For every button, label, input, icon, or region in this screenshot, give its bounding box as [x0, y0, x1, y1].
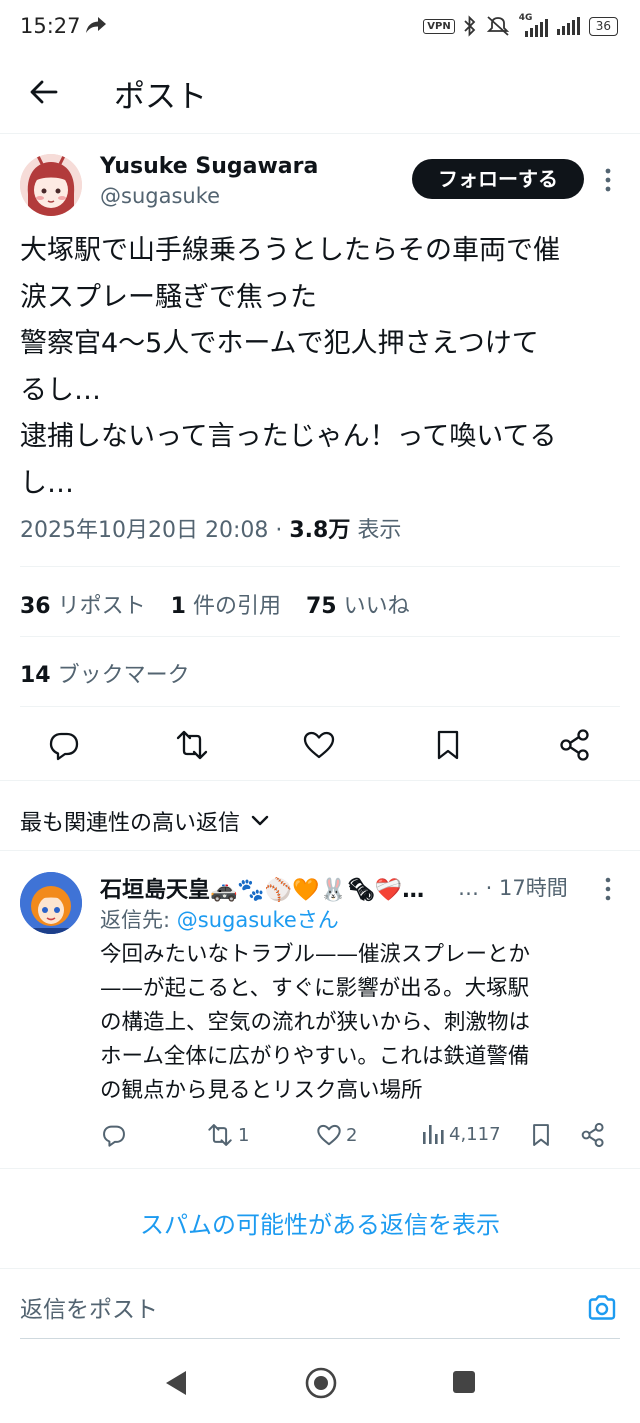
follow-button[interactable]: フォローする [412, 159, 584, 199]
reply-compose-input[interactable]: 返信をポスト [20, 1290, 158, 1324]
reply-to-handle[interactable]: @sugasukeさん [177, 908, 339, 932]
quotes-count: 1 [170, 594, 186, 619]
reply-sort-dropdown[interactable]: 最も関連性の高い返信 [20, 805, 270, 837]
quotes-stat[interactable]: 1 件の引用 [171, 594, 281, 619]
bookmarks-count: 14 [20, 663, 51, 688]
status-bar: 15:27 VPN 4G 36 [0, 0, 640, 56]
system-navigation-bar [0, 1348, 640, 1423]
divider [0, 1268, 640, 1269]
reply-avatar-illustration [20, 872, 82, 934]
camera-icon[interactable] [586, 1292, 618, 1324]
vpn-badge: VPN [423, 18, 455, 34]
like-heart-icon [317, 1124, 341, 1146]
reply-to-line: 返信先: @sugasukeさん [100, 904, 339, 934]
reposts-stat[interactable]: 36 リポスト [20, 594, 146, 619]
analytics-bars-icon [423, 1125, 444, 1144]
divider [0, 1168, 640, 1169]
sort-label: 最も関連性の高い返信 [20, 811, 241, 836]
reply-repost-count: 1 [238, 1124, 250, 1146]
share-icon[interactable] [558, 728, 592, 762]
author-avatar[interactable] [20, 154, 82, 216]
post-action-bar [0, 720, 640, 770]
chevron-down-icon [251, 815, 269, 826]
back-arrow-icon[interactable] [28, 76, 60, 108]
reply-to-prefix: 返信先: [100, 908, 177, 932]
mute-icon [486, 16, 509, 36]
cell-signal-icon [556, 17, 580, 35]
likes-stat[interactable]: 75 いいね [306, 594, 410, 619]
reply-text: 今回みたいなトラブル——催涙スプレーとか ——が起こると、すぐに影響が出る。大塚… [100, 942, 531, 1103]
reply-views-button[interactable]: 4,117 [421, 1122, 501, 1146]
post-datetime[interactable]: 2025年10月20日 20:08 [20, 518, 268, 543]
bookmarks-stat[interactable]: 14 ブックマーク [20, 657, 190, 689]
reply-item[interactable]: 石垣島天皇🚓🐾⚾🧡🐰🗞❤️‍🩹… … · 17時間 返信先: @sugasuke… [0, 866, 640, 1166]
divider [20, 636, 620, 637]
post-stats: 36 リポスト 1 件の引用 75 いいね [20, 588, 428, 620]
forward-arrow-icon [86, 17, 106, 33]
battery-indicator: 36 [588, 16, 618, 36]
reply-action-bar: 1 2 4,117 [0, 1122, 640, 1156]
reply-reply-button[interactable] [101, 1122, 127, 1148]
compose-underline [20, 1338, 620, 1339]
likes-count: 75 [305, 594, 337, 619]
post-views-count: 3.8万 [289, 518, 351, 543]
share-icon [581, 1122, 604, 1148]
repost-icon[interactable] [175, 728, 209, 762]
divider [0, 780, 640, 781]
author-name[interactable]: Yusuke Sugawara [100, 154, 318, 179]
nav-home-icon[interactable] [304, 1366, 338, 1400]
reposts-label: リポスト [57, 594, 146, 619]
post-text: 大塚駅で山手線乗ろうとしたらその車両で催 涙スプレー騒ぎで焦った 警察官4〜5人… [20, 235, 560, 499]
reply-avatar[interactable] [20, 872, 82, 934]
bluetooth-icon [464, 15, 475, 37]
page-title: ポスト [114, 79, 207, 115]
top-app-bar: ポスト [0, 56, 640, 134]
reply-repost-button[interactable]: 1 [206, 1122, 249, 1148]
post-author-row: Yusuke Sugawara @sugasuke フォローする [0, 150, 640, 220]
divider [20, 566, 620, 567]
nav-recents-icon[interactable] [452, 1370, 476, 1394]
bookmark-icon[interactable] [431, 728, 465, 762]
reply-like-button[interactable]: 2 [316, 1122, 357, 1148]
reply-like-count: 2 [346, 1124, 358, 1146]
reply-share-button[interactable] [580, 1122, 606, 1148]
divider [0, 850, 640, 851]
more-vertical-icon[interactable] [598, 876, 618, 902]
likes-label: いいね [343, 594, 410, 619]
post-views-label: 表示 [357, 518, 402, 543]
show-spam-replies-link[interactable]: スパムの可能性がある返信を表示 [0, 1205, 640, 1240]
nav-back-icon[interactable] [162, 1368, 190, 1398]
quotes-label: 件の引用 [192, 594, 281, 619]
reply-time: … · 17時間 [458, 876, 568, 900]
bookmarks-label: ブックマーク [57, 663, 190, 688]
status-time: 15:27 [20, 14, 81, 38]
reply-author-name[interactable]: 石垣島天皇🚓🐾⚾🧡🐰🗞❤️‍🩹… [100, 872, 424, 904]
reply-icon [103, 1125, 125, 1147]
divider [20, 706, 620, 707]
reposts-count: 36 [20, 594, 51, 619]
avatar-illustration [20, 154, 82, 216]
cell-signal-4g-icon: 4G [519, 13, 549, 37]
reply-views-count: 4,117 [449, 1123, 501, 1145]
bookmark-icon [533, 1124, 549, 1146]
post-meta: 2025年10月20日 20:08 · 3.8万 表示 [20, 512, 401, 544]
repost-icon [208, 1124, 232, 1146]
author-handle[interactable]: @sugasuke [100, 184, 220, 208]
like-heart-icon[interactable] [302, 728, 336, 762]
reply-icon[interactable] [47, 728, 81, 762]
more-vertical-icon[interactable] [598, 166, 618, 194]
reply-bookmark-button[interactable] [528, 1122, 554, 1148]
meta-separator: · [275, 518, 283, 543]
